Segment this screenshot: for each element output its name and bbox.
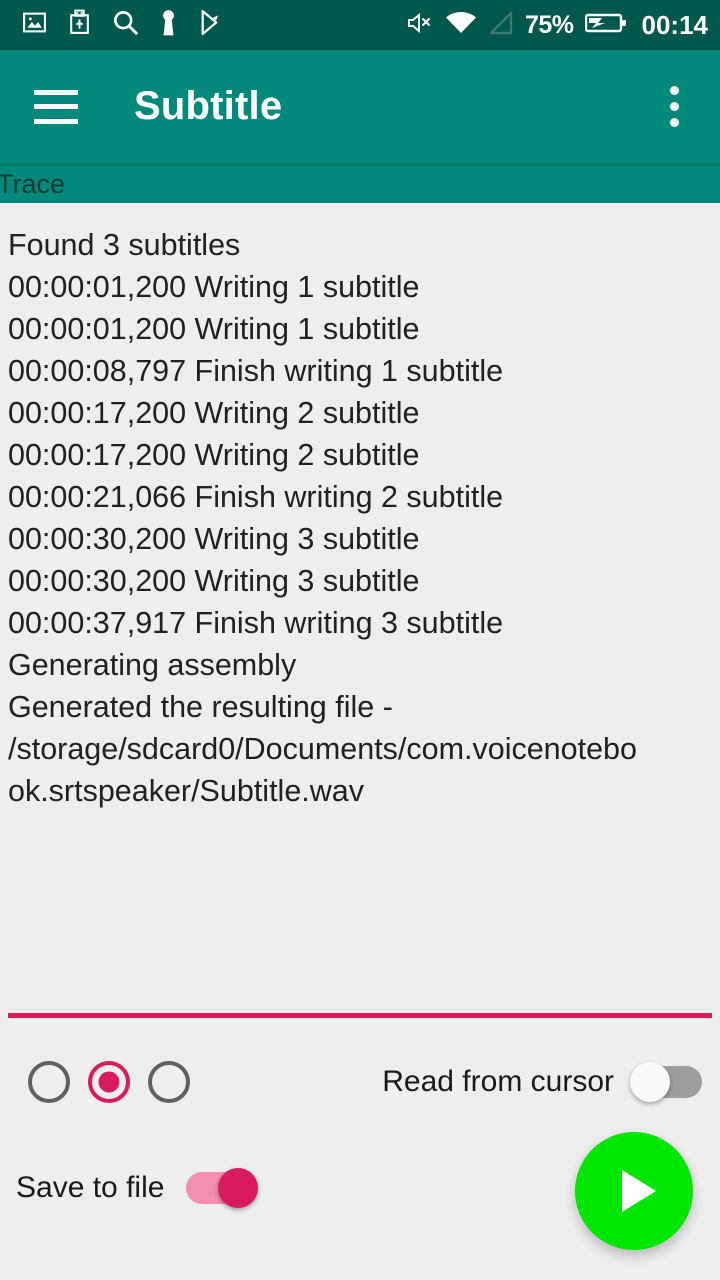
log-line: 00:00:30,200 Writing 3 subtitle — [8, 522, 420, 556]
status-bar-left-icons — [22, 9, 224, 42]
switch-thumb — [630, 1062, 670, 1102]
radio-option-1[interactable] — [28, 1061, 70, 1103]
speed-controls-row: Read from cursor — [0, 1052, 720, 1112]
battery-percent-label: 75% — [524, 10, 574, 39]
log-line: Generating assembly — [8, 648, 297, 682]
log-line: Found 3 subtitles — [8, 228, 241, 262]
log-line: 00:00:01,200 Writing 1 subtitle — [8, 312, 420, 346]
save-to-file-switch[interactable] — [186, 1168, 259, 1208]
read-from-cursor-label: Read from cursor — [382, 1065, 614, 1098]
status-bar: 75% 00:14 — [0, 0, 720, 50]
play-store-icon — [198, 9, 224, 41]
cell-signal-empty-icon — [488, 11, 514, 40]
trace-log-area[interactable]: Found 3 subtitles 00:00:01,200 Writing 1… — [0, 203, 720, 1013]
trace-label: Trace — [0, 169, 66, 199]
log-line: 00:00:30,200 Writing 3 subtitle — [8, 564, 420, 598]
search-icon — [112, 9, 139, 41]
overflow-menu-icon[interactable] — [654, 79, 694, 135]
wifi-icon — [445, 11, 477, 40]
log-line: 00:00:01,200 Writing 1 subtitle — [8, 270, 420, 304]
hamburger-menu-icon[interactable] — [34, 89, 78, 124]
trace-section-header: Trace — [0, 163, 720, 203]
keyhole-icon — [159, 9, 178, 42]
status-bar-right-icons: 75% 00:14 — [406, 10, 708, 41]
page-title: Subtitle — [134, 84, 283, 128]
battery-charging-icon — [584, 11, 627, 40]
log-line: 00:00:17,200 Writing 2 subtitle — [8, 396, 420, 430]
usb-icon — [67, 9, 92, 41]
radio-group — [28, 1061, 190, 1103]
image-icon — [22, 10, 47, 40]
radio-option-3[interactable] — [148, 1061, 190, 1103]
read-from-cursor-switch[interactable] — [630, 1062, 702, 1102]
log-line: Generated the resulting file - /storage/… — [8, 690, 637, 808]
log-line: 00:00:17,200 Writing 2 subtitle — [8, 438, 420, 472]
play-icon — [621, 1170, 656, 1212]
log-line: 00:00:21,066 Finish writing 2 subtitle — [8, 480, 504, 514]
play-fab[interactable] — [575, 1132, 693, 1250]
log-line: 00:00:08,797 Finish writing 1 subtitle — [8, 354, 504, 388]
save-to-file-label: Save to file — [16, 1171, 165, 1204]
section-divider — [8, 1013, 712, 1018]
save-to-file-row: Save to file — [16, 1168, 259, 1208]
log-line: 00:00:37,917 Finish writing 3 subtitle — [8, 606, 504, 640]
read-from-cursor-row: Read from cursor — [382, 1062, 702, 1102]
radio-option-2[interactable] — [88, 1061, 130, 1103]
switch-thumb — [218, 1168, 259, 1208]
volume-mute-icon — [406, 11, 434, 40]
app-toolbar: Subtitle — [0, 50, 720, 163]
status-bar-clock: 00:14 — [641, 9, 709, 40]
